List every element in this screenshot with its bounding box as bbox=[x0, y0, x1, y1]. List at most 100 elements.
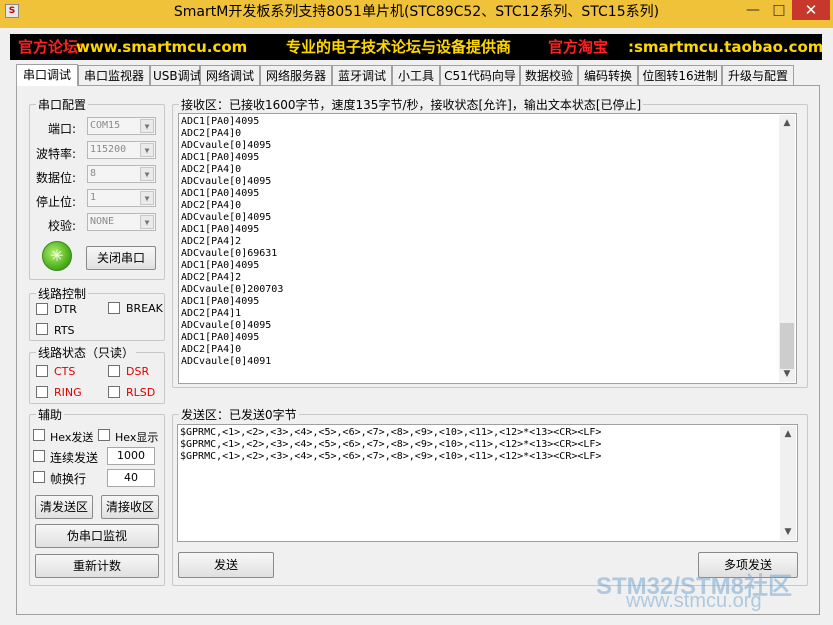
cts-label: CTS bbox=[54, 365, 76, 378]
minimize-button[interactable]: — bbox=[740, 0, 766, 20]
parity-select[interactable]: NONE ▼ bbox=[87, 213, 156, 231]
receive-line: ADC2[PA4]0 bbox=[181, 128, 242, 139]
watermark-url: www.stmcu.org bbox=[626, 590, 762, 612]
receive-line: ADC1[PA0]4095 bbox=[181, 116, 260, 127]
rlsd-checkbox bbox=[108, 386, 120, 398]
continuous-interval-input[interactable]: 1000 bbox=[107, 447, 155, 465]
line-control-title: 线路控制 bbox=[38, 287, 87, 301]
tab-usb-debug[interactable]: USB调试 bbox=[150, 65, 202, 85]
serial-config-title: 串口配置 bbox=[38, 98, 87, 112]
receive-textarea[interactable]: ADC1[PA0]4095 ADC2[PA4]0 ADCvaule[0]4095 AD… bbox=[178, 113, 797, 384]
forum-url[interactable]: www.smartmcu.com bbox=[76, 37, 247, 57]
frame-wrap-label: 帧换行 bbox=[50, 472, 87, 486]
parity-label: 校验: bbox=[48, 219, 77, 233]
receive-line: ADC1[PA0]4095 bbox=[181, 332, 260, 343]
dtr-checkbox[interactable] bbox=[36, 303, 48, 315]
continuous-send-checkbox[interactable] bbox=[33, 450, 45, 462]
rts-checkbox[interactable] bbox=[36, 323, 48, 335]
receive-line: ADC1[PA0]4095 bbox=[181, 260, 260, 271]
scroll-up-icon[interactable]: ▲ bbox=[779, 115, 795, 131]
chevron-down-icon: ▼ bbox=[140, 143, 154, 157]
clear-send-button[interactable]: 清发送区 bbox=[35, 495, 93, 519]
tab-data-checksum[interactable]: 数据校验 bbox=[520, 65, 578, 85]
receive-line: ADC1[PA0]4095 bbox=[181, 296, 260, 307]
port-select[interactable]: COM15 ▼ bbox=[87, 117, 156, 135]
receive-line: ADCvaule[0]4095 bbox=[181, 176, 272, 187]
port-label: 端口: bbox=[48, 122, 77, 136]
recount-button[interactable]: 重新计数 bbox=[35, 554, 159, 578]
pseudo-monitor-button[interactable]: 伪串口监视 bbox=[35, 524, 159, 548]
port-status-led-icon: ✳ bbox=[42, 241, 72, 271]
tab-bar: 串口调试 串口监视器 USB调试 网络调试 网络服务器 蓝牙调试 小工具 C51… bbox=[16, 64, 816, 86]
receive-line: ADC1[PA0]4095 bbox=[181, 188, 260, 199]
send-button[interactable]: 发送 bbox=[178, 552, 274, 578]
baud-select[interactable]: 115200 ▼ bbox=[87, 141, 156, 159]
tab-upgrade-config[interactable]: 升级与配置 bbox=[722, 65, 794, 85]
chevron-down-icon: ▼ bbox=[140, 191, 154, 205]
tab-bluetooth-debug[interactable]: 蓝牙调试 bbox=[332, 65, 392, 85]
frame-wrap-checkbox[interactable] bbox=[33, 471, 45, 483]
cts-checkbox bbox=[36, 365, 48, 377]
receive-line: ADCvaule[0]200703 bbox=[181, 284, 284, 295]
dtr-label: DTR bbox=[54, 303, 77, 316]
port-value: COM15 bbox=[90, 120, 121, 131]
baud-label: 波特率: bbox=[36, 147, 77, 161]
maximize-button[interactable]: □ bbox=[766, 0, 792, 20]
dsr-checkbox bbox=[108, 365, 120, 377]
tab-encoding[interactable]: 编码转换 bbox=[578, 65, 638, 85]
hex-send-label: Hex发送 bbox=[50, 431, 94, 444]
close-button[interactable]: ✕ bbox=[792, 0, 830, 20]
receive-scrollbar[interactable]: ▲ ▼ bbox=[779, 115, 795, 382]
receive-line: ADC2[PA4]1 bbox=[181, 308, 242, 319]
tab-c51-wizard[interactable]: C51代码向导 bbox=[440, 65, 520, 85]
continuous-send-label: 连续发送 bbox=[50, 451, 99, 465]
receive-line: ADCvaule[0]69631 bbox=[181, 248, 278, 259]
receive-line: ADC1[PA0]4095 bbox=[181, 152, 260, 163]
scroll-down-icon[interactable]: ▼ bbox=[780, 524, 796, 540]
ad-banner[interactable]: 官方论坛: www.smartmcu.com 专业的电子技术论坛与设备提供商 官… bbox=[10, 34, 822, 60]
shop-url[interactable]: :smartmcu.taobao.com bbox=[628, 37, 822, 57]
window-title: SmartM开发板系列支持8051单片机(STC89C52、STC12系列、ST… bbox=[173, 4, 660, 20]
hex-send-checkbox[interactable] bbox=[33, 429, 45, 441]
stopbits-select[interactable]: 1 ▼ bbox=[87, 189, 156, 207]
send-line: $GPRMC,<1>,<2>,<3>,<4>,<5>,<6>,<7>,<8>,<… bbox=[180, 427, 602, 438]
chevron-down-icon: ▼ bbox=[140, 215, 154, 229]
databits-select[interactable]: 8 ▼ bbox=[87, 165, 156, 183]
send-content: $GPRMC,<1>,<2>,<3>,<4>,<5>,<6>,<7>,<8>,<… bbox=[180, 427, 601, 463]
tab-serial-debug[interactable]: 串口调试 bbox=[16, 64, 78, 86]
tab-bitmap-hex[interactable]: 位图转16进制 bbox=[638, 65, 722, 85]
send-line: $GPRMC,<1>,<2>,<3>,<4>,<5>,<6>,<7>,<8>,<… bbox=[180, 451, 602, 462]
hex-show-checkbox[interactable] bbox=[98, 429, 110, 441]
receive-line: ADC1[PA0]4095 bbox=[181, 224, 260, 235]
receive-title: 接收区：已接收1600字节，速度135字节/秒，接收状态[允许]，输出文本状态[… bbox=[181, 98, 642, 112]
tab-serial-monitor[interactable]: 串口监视器 bbox=[78, 65, 150, 85]
chevron-down-icon: ▼ bbox=[140, 119, 154, 133]
baud-value: 115200 bbox=[90, 144, 127, 155]
receive-line: ADC2[PA4]2 bbox=[181, 272, 242, 283]
receive-line: ADC2[PA4]0 bbox=[181, 200, 242, 211]
clear-receive-button[interactable]: 清接收区 bbox=[101, 495, 159, 519]
aux-title: 辅助 bbox=[38, 408, 63, 422]
rts-label: RTS bbox=[54, 324, 75, 337]
send-line: $GPRMC,<1>,<2>,<3>,<4>,<5>,<6>,<7>,<8>,<… bbox=[180, 439, 602, 450]
receive-line: ADCvaule[0]4095 bbox=[181, 320, 272, 331]
frame-length-input[interactable]: 40 bbox=[107, 469, 155, 487]
tab-network-server[interactable]: 网络服务器 bbox=[260, 65, 332, 85]
receive-line: ADCvaule[0]4095 bbox=[181, 140, 272, 151]
send-scrollbar[interactable]: ▲ ▼ bbox=[780, 426, 796, 540]
close-port-button[interactable]: 关闭串口 bbox=[86, 246, 156, 270]
forum-label: 官方论坛: bbox=[18, 38, 84, 56]
tab-network-debug[interactable]: 网络调试 bbox=[200, 65, 260, 85]
scroll-up-icon[interactable]: ▲ bbox=[780, 426, 796, 442]
receive-line: ADCvaule[0]4091 bbox=[181, 356, 272, 367]
stopbits-value: 1 bbox=[90, 192, 97, 203]
scroll-down-icon[interactable]: ▼ bbox=[779, 366, 795, 382]
tab-tools[interactable]: 小工具 bbox=[392, 65, 440, 85]
parity-value: NONE bbox=[90, 216, 115, 227]
chevron-down-icon: ▼ bbox=[140, 167, 154, 181]
send-textarea[interactable]: $GPRMC,<1>,<2>,<3>,<4>,<5>,<6>,<7>,<8>,<… bbox=[177, 424, 798, 542]
receive-scroll-thumb[interactable] bbox=[780, 323, 794, 369]
dsr-label: DSR bbox=[126, 365, 150, 378]
break-checkbox[interactable] bbox=[108, 302, 120, 314]
break-label: BREAK bbox=[126, 302, 163, 315]
